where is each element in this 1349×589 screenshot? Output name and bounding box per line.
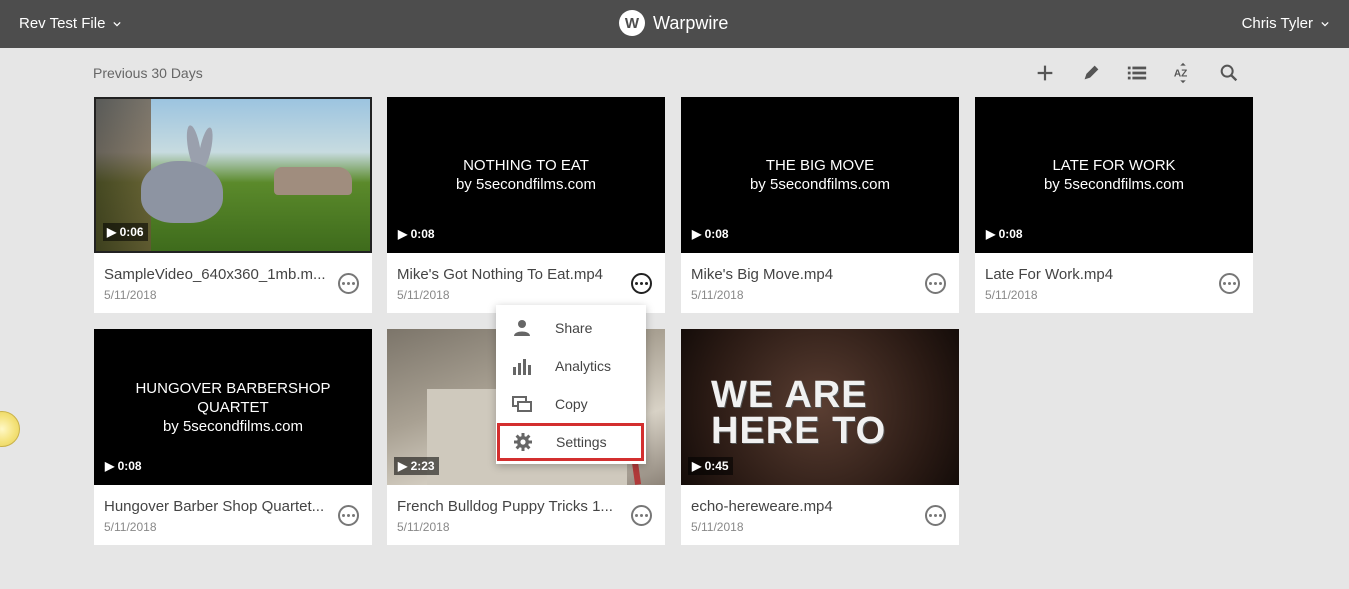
video-thumbnail[interactable]: NOTHING TO EAT by 5secondfilms.com ▶ 0:0… xyxy=(387,97,665,253)
duration-badge: ▶ 0:08 xyxy=(688,225,733,243)
toolbar: AZ xyxy=(1033,61,1263,85)
user-menu[interactable]: Chris Tyler xyxy=(1242,15,1329,32)
sort-az-icon: AZ xyxy=(1174,62,1187,84)
person-icon xyxy=(512,318,532,338)
brand-name: Warpwire xyxy=(653,12,729,33)
menu-item-label: Settings xyxy=(556,434,607,450)
video-title[interactable]: Hungover Barber Shop Quartet... xyxy=(104,498,329,515)
menu-item-label: Copy xyxy=(555,396,588,412)
duration-badge: ▶ 0:45 xyxy=(688,457,733,475)
video-thumbnail[interactable]: LATE FOR WORK by 5secondfilms.com ▶ 0:08 xyxy=(975,97,1253,253)
video-card[interactable]: HUNGOVER BARBERSHOP QUARTET by 5secondfi… xyxy=(94,329,372,545)
video-date: 5/11/2018 xyxy=(104,520,157,534)
duration-badge: ▶ 0:08 xyxy=(101,457,146,475)
video-thumbnail[interactable]: THE BIG MOVE by 5secondfilms.com ▶ 0:08 xyxy=(681,97,959,253)
search-icon xyxy=(1220,64,1238,82)
more-options-button[interactable] xyxy=(338,505,359,526)
gear-icon xyxy=(513,432,533,452)
plus-icon xyxy=(1037,65,1053,81)
edit-button[interactable] xyxy=(1079,61,1103,85)
video-card[interactable]: WE ARE HERE TO ▶ 0:45 echo-hereweare.mp4… xyxy=(681,329,959,545)
section-label: Previous 30 Days xyxy=(93,65,203,81)
list-view-button[interactable] xyxy=(1125,61,1149,85)
top-bar: Rev Test File W Warpwire Chris Tyler xyxy=(0,0,1349,48)
video-context-menu: Share Analytics Copy Settings xyxy=(496,305,646,464)
menu-item-label: Share xyxy=(555,320,593,336)
more-options-button[interactable] xyxy=(631,273,652,294)
video-title[interactable]: Mike's Got Nothing To Eat.mp4 xyxy=(397,266,622,283)
video-card[interactable]: ▶ 0:06 SampleVideo_640x360_1mb.m... 5/11… xyxy=(94,97,372,313)
pencil-icon xyxy=(1084,65,1099,80)
user-name: Chris Tyler xyxy=(1241,15,1313,32)
menu-item-label: Analytics xyxy=(555,358,612,374)
more-options-button[interactable] xyxy=(925,273,946,294)
more-options-button[interactable] xyxy=(631,505,652,526)
video-title[interactable]: echo-hereweare.mp4 xyxy=(691,498,916,515)
video-thumbnail[interactable]: WE ARE HERE TO ▶ 0:45 xyxy=(681,329,959,485)
duration-badge: ▶ 0:08 xyxy=(394,225,439,243)
more-options-button[interactable] xyxy=(338,273,359,294)
video-date: 5/11/2018 xyxy=(104,288,157,302)
video-date: 5/11/2018 xyxy=(397,520,450,534)
duration-badge: ▶ 2:23 xyxy=(394,457,439,475)
search-button[interactable] xyxy=(1217,61,1241,85)
thumbnail-title-text: WE ARE HERE TO xyxy=(711,374,887,452)
cursor-highlight xyxy=(0,411,20,447)
more-options-button[interactable] xyxy=(925,505,946,526)
add-button[interactable] xyxy=(1033,61,1057,85)
menu-item-copy[interactable]: Copy xyxy=(496,385,646,423)
duration-badge: ▶ 0:08 xyxy=(982,225,1027,243)
video-date: 5/11/2018 xyxy=(691,520,744,534)
video-card[interactable]: NOTHING TO EAT by 5secondfilms.com ▶ 0:0… xyxy=(387,97,665,313)
folder-selector[interactable]: Rev Test File xyxy=(19,15,122,32)
more-options-button[interactable] xyxy=(1219,273,1240,294)
folder-name: Rev Test File xyxy=(19,15,106,32)
video-date: 5/11/2018 xyxy=(691,288,744,302)
video-title[interactable]: French Bulldog Puppy Tricks 1... xyxy=(397,498,622,515)
chevron-down-icon xyxy=(113,21,122,26)
video-thumbnail[interactable]: HUNGOVER BARBERSHOP QUARTET by 5secondfi… xyxy=(94,329,372,485)
bar-chart-icon xyxy=(512,356,532,376)
video-title[interactable]: Late For Work.mp4 xyxy=(985,266,1210,283)
menu-item-analytics[interactable]: Analytics xyxy=(496,347,646,385)
copy-icon xyxy=(512,394,532,414)
menu-item-settings[interactable]: Settings xyxy=(497,423,644,461)
video-card[interactable]: THE BIG MOVE by 5secondfilms.com ▶ 0:08 … xyxy=(681,97,959,313)
menu-item-share[interactable]: Share xyxy=(496,309,646,347)
brand-logo[interactable]: W Warpwire xyxy=(619,10,728,36)
video-date: 5/11/2018 xyxy=(985,288,1038,302)
thumbnail-bunny xyxy=(141,161,223,223)
video-title[interactable]: SampleVideo_640x360_1mb.m... xyxy=(104,266,329,283)
chevron-down-icon xyxy=(1321,21,1329,26)
video-thumbnail[interactable]: ▶ 0:06 xyxy=(94,97,372,253)
list-view-icon xyxy=(1127,66,1147,80)
video-date: 5/11/2018 xyxy=(397,288,450,302)
video-title[interactable]: Mike's Big Move.mp4 xyxy=(691,266,916,283)
thumbnail-rock xyxy=(274,167,352,195)
duration-badge: ▶ 0:06 xyxy=(103,223,148,241)
svg-text:AZ: AZ xyxy=(1174,69,1187,80)
video-card[interactable]: LATE FOR WORK by 5secondfilms.com ▶ 0:08… xyxy=(975,97,1253,313)
warpwire-logo-icon: W xyxy=(619,10,645,36)
sort-button[interactable]: AZ xyxy=(1171,61,1195,85)
